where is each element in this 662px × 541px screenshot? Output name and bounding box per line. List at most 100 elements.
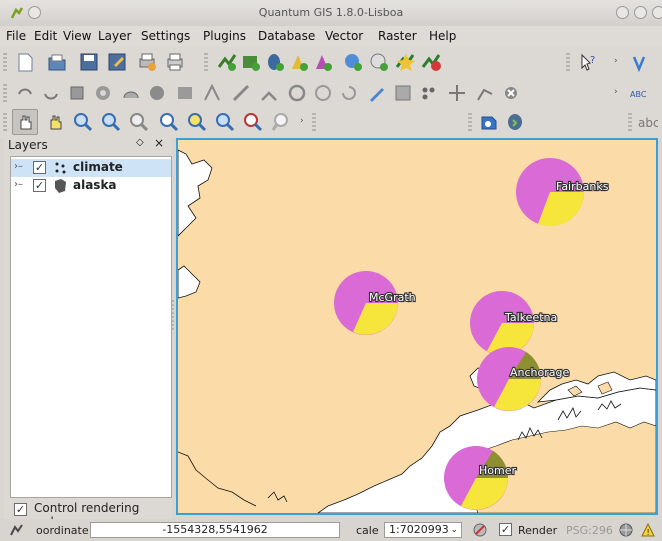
zoom-to-layer-icon[interactable] <box>214 111 236 133</box>
simplify-feature-icon[interactable] <box>66 82 88 104</box>
print-icon[interactable] <box>164 51 186 73</box>
add-wms-layer-icon[interactable] <box>342 51 364 73</box>
toolbar-grip[interactable] <box>566 53 570 73</box>
add-feature-icon[interactable] <box>418 82 440 104</box>
render-checkbox[interactable]: ✓ <box>499 523 512 536</box>
pie-talkeetna[interactable]: Talkeetna <box>470 291 558 355</box>
pan-map-icon[interactable] <box>14 111 36 133</box>
zoom-to-selection-icon[interactable] <box>186 111 208 133</box>
zoom-actual-size-icon[interactable] <box>128 111 150 133</box>
close-window-button[interactable] <box>652 6 662 19</box>
menu-raster[interactable]: Raster <box>378 29 417 43</box>
coordinate-capture-icon[interactable] <box>8 522 24 538</box>
menu-file[interactable]: File <box>6 29 26 43</box>
pie-mcgrath[interactable]: McGrath <box>334 271 417 335</box>
close-panel-icon[interactable]: × <box>154 136 164 150</box>
add-part-icon[interactable] <box>120 82 142 104</box>
add-vector-layer-icon[interactable] <box>216 51 238 73</box>
delete-selected-icon[interactable] <box>500 82 522 104</box>
scale-combobox[interactable]: 1:7020993 ⌄ <box>384 522 462 538</box>
new-project-icon[interactable] <box>14 51 36 73</box>
add-raster-layer-icon[interactable] <box>240 51 262 73</box>
layer-visibility-checkbox[interactable]: ✓ <box>33 179 46 192</box>
pie-anchorage[interactable]: Anchorage <box>477 347 571 411</box>
toolbar-extension-arrow[interactable]: › <box>614 56 618 66</box>
toolbar-grip[interactable] <box>204 53 208 73</box>
new-shapefile-layer-icon[interactable] <box>394 51 416 73</box>
layer-item-alaska[interactable]: ›– ✓ alaska <box>11 177 171 195</box>
save-project-icon[interactable] <box>78 51 100 73</box>
node-tool-icon[interactable] <box>474 82 496 104</box>
menu-edit[interactable]: Edit <box>34 29 57 43</box>
stop-render-icon[interactable] <box>472 522 488 538</box>
zoom-out-icon[interactable] <box>100 111 122 133</box>
database-manager-icon[interactable] <box>504 111 526 133</box>
label-settings-icon[interactable]: abc <box>636 111 658 133</box>
expand-arrow-icon[interactable]: ›– <box>14 161 23 172</box>
pan-to-selection-icon[interactable] <box>44 111 66 133</box>
toolbar-grip[interactable] <box>3 53 7 73</box>
add-ring-icon[interactable] <box>92 82 114 104</box>
toolbar-grip[interactable] <box>628 113 632 133</box>
pie-homer[interactable]: Homer <box>444 446 518 510</box>
undo-icon[interactable] <box>14 82 36 104</box>
map-canvas[interactable]: Fairbanks McGrath Talkeetna Anchorage Ho… <box>176 138 658 515</box>
plugin-toolbar-icon[interactable] <box>628 51 650 73</box>
warning-icon[interactable]: ! <box>640 522 656 538</box>
crs-status[interactable]: PSG:296 <box>566 524 613 537</box>
projection-globe-icon[interactable] <box>618 522 634 538</box>
save-as-icon[interactable] <box>106 51 128 73</box>
add-postgis-layer-icon[interactable] <box>264 51 286 73</box>
toolbar-extension-arrow[interactable]: › <box>300 116 304 126</box>
pie-diagrams: Fairbanks McGrath Talkeetna Anchorage Ho… <box>334 158 610 510</box>
reshape-features-icon[interactable] <box>202 82 224 104</box>
toolbar-grip[interactable] <box>312 113 316 133</box>
toggle-editing-icon[interactable] <box>366 82 388 104</box>
split-features-icon[interactable] <box>258 82 280 104</box>
label-tool-icon[interactable]: ABC <box>628 82 650 104</box>
layer-visibility-checkbox[interactable]: ✓ <box>33 161 46 174</box>
zoom-last-icon[interactable] <box>242 111 264 133</box>
toolbar-grip[interactable] <box>3 113 7 133</box>
menu-database[interactable]: Database <box>258 29 315 43</box>
open-project-icon[interactable] <box>46 51 68 73</box>
toolbar-extension-arrow[interactable]: › <box>614 87 618 97</box>
dock-splitter[interactable] <box>172 300 174 330</box>
move-feature-icon[interactable] <box>446 82 468 104</box>
float-panel-icon[interactable]: ◇ <box>136 137 144 148</box>
pie-fairbanks[interactable]: Fairbanks <box>516 158 610 227</box>
add-spatialite-layer-icon[interactable] <box>288 51 310 73</box>
menu-vector[interactable]: Vector <box>325 29 363 43</box>
merge-features-icon[interactable] <box>286 82 308 104</box>
layer-item-climate[interactable]: ›– ✓ climate <box>11 159 171 177</box>
add-wcs-layer-icon[interactable] <box>368 51 390 73</box>
add-mssql-layer-icon[interactable] <box>312 51 334 73</box>
whats-this-help-icon[interactable]: ? <box>578 51 600 73</box>
zoom-full-icon[interactable] <box>158 111 180 133</box>
new-print-composer-icon[interactable] <box>136 51 158 73</box>
menu-help[interactable]: Help <box>429 29 456 43</box>
expand-arrow-icon[interactable]: ›– <box>14 179 23 190</box>
menu-layer[interactable]: Layer <box>98 29 131 43</box>
digitizing-toolbar: › ABC <box>0 78 662 109</box>
toolbar-grip[interactable] <box>468 113 472 133</box>
delete-ring-icon[interactable] <box>146 82 168 104</box>
gps-info-icon[interactable] <box>478 111 500 133</box>
menu-settings[interactable]: Settings <box>141 29 190 43</box>
save-edits-icon[interactable] <box>392 82 414 104</box>
redo-icon[interactable] <box>40 82 62 104</box>
minimize-button[interactable] <box>616 6 629 19</box>
zoom-in-icon[interactable] <box>72 111 94 133</box>
rotate-point-symbols-icon[interactable] <box>338 82 360 104</box>
toolbar-grip[interactable] <box>3 84 7 104</box>
delete-part-icon[interactable] <box>174 82 196 104</box>
control-rendering-order-checkbox[interactable]: ✓ <box>14 503 27 516</box>
zoom-next-icon[interactable] <box>270 111 292 133</box>
merge-attributes-icon[interactable] <box>312 82 334 104</box>
offset-curve-icon[interactable] <box>230 82 252 104</box>
coordinate-display[interactable]: -1554328,5541962 <box>90 522 340 538</box>
menu-view[interactable]: View <box>63 29 91 43</box>
maximize-button[interactable] <box>634 6 647 19</box>
remove-layer-icon[interactable] <box>420 51 442 73</box>
menu-plugins[interactable]: Plugins <box>203 29 246 43</box>
